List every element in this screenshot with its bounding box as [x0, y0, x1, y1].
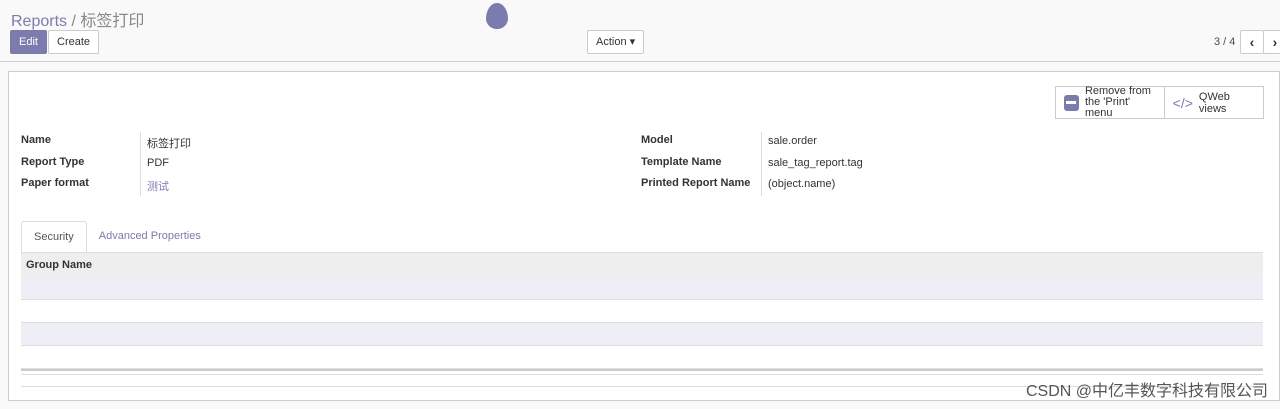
watermark: CSDN @中亿丰数字科技有限公司 [1025, 383, 1268, 400]
table-row [21, 346, 1263, 369]
divider [761, 132, 762, 196]
form-sheet: Remove from the 'Print' menu </> QWeb view… [8, 71, 1280, 401]
create-button[interactable]: Create [48, 30, 100, 54]
table-row [21, 323, 1263, 346]
paper-format-label: Paper format [21, 177, 89, 189]
groups-table: Group Name [21, 252, 1263, 387]
table-row [21, 277, 1263, 300]
action-button[interactable]: Action ▾ [587, 30, 645, 54]
qweb-views-button[interactable]: </> QWeb views [1165, 87, 1263, 118]
printed-name-value: (object.name) [768, 178, 836, 190]
notebook-tabs: Security Advanced Properties [21, 221, 213, 253]
printed-name-label: Printed Report Name [641, 177, 751, 189]
pager-value: 3 / 4 [1214, 36, 1236, 48]
pager-prev-button[interactable]: ‹ [1240, 30, 1264, 54]
report-type-label: Report Type [21, 156, 85, 168]
template-label: Template Name [641, 156, 722, 168]
paper-format-link[interactable]: 测试 [147, 178, 169, 194]
breadcrumb-sep: / [71, 13, 76, 30]
name-label: Name [21, 134, 51, 146]
remove-print-button[interactable]: Remove from the 'Print' menu [1056, 85, 1165, 119]
divider [140, 132, 141, 196]
minus-icon [1064, 94, 1079, 111]
code-icon: </> [1172, 94, 1193, 111]
qweb-label: QWeb views [1198, 90, 1230, 115]
model-label: Model [641, 134, 673, 146]
model-value: sale.order [768, 135, 817, 147]
tab-security[interactable]: Security [21, 221, 87, 253]
breadcrumb-reports[interactable]: Reports [11, 13, 67, 30]
edit-button[interactable]: Edit [10, 30, 47, 54]
breadcrumb: Reports / 标签打印 [11, 7, 144, 31]
drop-icon [486, 3, 508, 29]
tab-advanced-properties[interactable]: Advanced Properties [87, 221, 213, 253]
report-type-value: PDF [147, 157, 169, 169]
breadcrumb-current: 标签打印 [80, 13, 145, 30]
name-value: 标签打印 [147, 138, 191, 150]
control-panel: Reports / 标签打印 Edit Create Action ▾ 3 / … [0, 0, 1280, 62]
table-row [21, 300, 1263, 323]
button-box: Remove from the 'Print' menu </> QWeb view… [1055, 86, 1264, 119]
pager-next-button[interactable]: › [1263, 30, 1280, 54]
template-value: sale_tag_report.tag [768, 157, 863, 169]
remove-label: Remove from the 'Print' menu [1084, 85, 1151, 119]
column-group-name[interactable]: Group Name [21, 252, 1263, 277]
